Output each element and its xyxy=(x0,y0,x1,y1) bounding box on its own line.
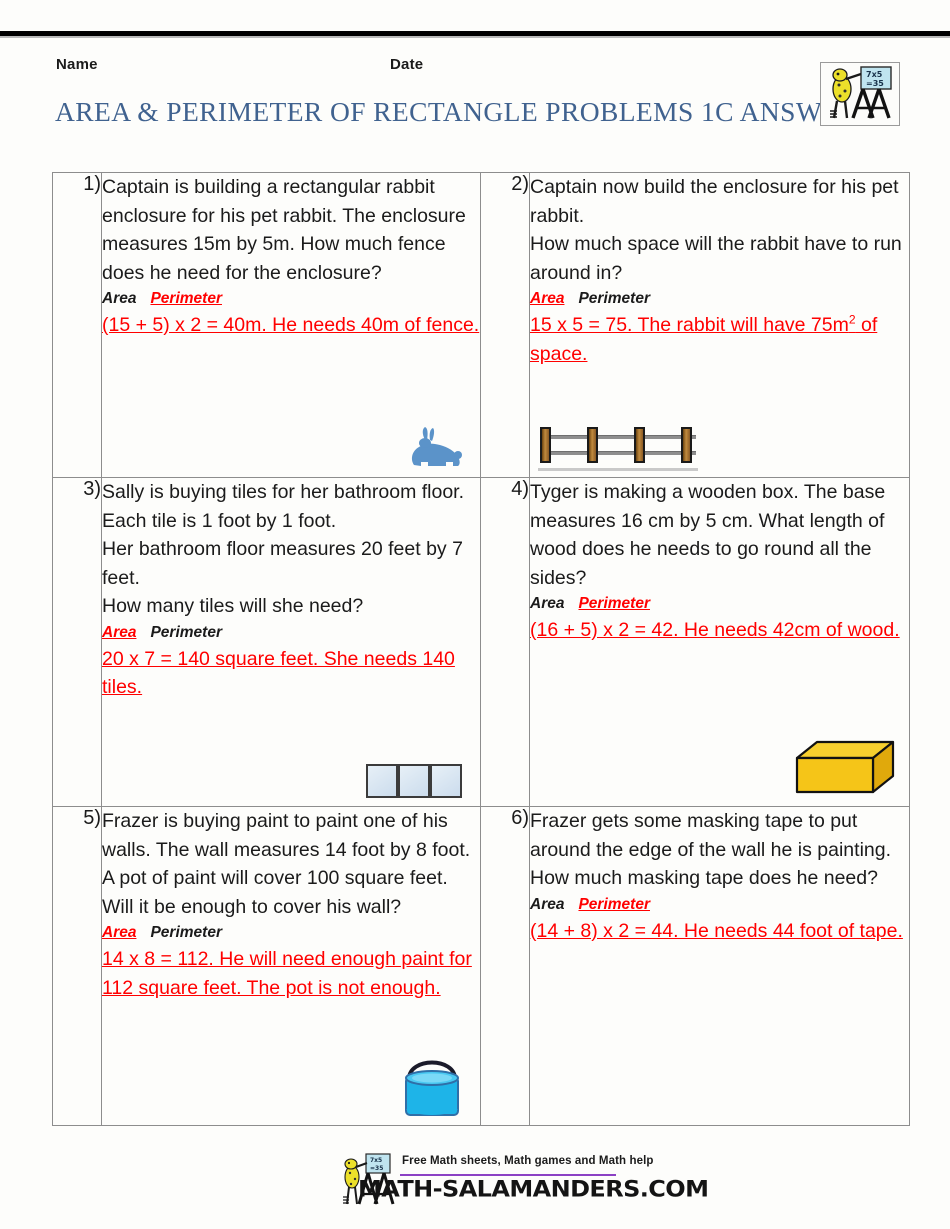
problem-answer-1: (15 + 5) x 2 = 40m. He needs 40m of fenc… xyxy=(102,314,480,336)
area-perimeter-choice-2: Area Perimeter xyxy=(530,288,909,310)
fence-post-3 xyxy=(634,427,645,463)
rabbit-illustration xyxy=(406,425,466,471)
problem-cell-1: Captain is building a rectangular rabbit… xyxy=(101,172,481,478)
problem-answer-3: 20 x 7 = 140 square feet. She needs 140 … xyxy=(102,647,455,699)
page-title: AREA & PERIMETER OF RECTANGLE PROBLEMS 1… xyxy=(55,96,874,127)
perimeter-label-6[interactable]: Perimeter xyxy=(578,896,650,913)
area-perimeter-choice-1: Area Perimeter xyxy=(102,288,480,310)
problem-question-4: Tyger is making a wooden box. The base m… xyxy=(530,481,886,589)
fence-rail-upper xyxy=(540,435,696,439)
problem-number-2: 2) xyxy=(480,172,530,478)
perimeter-label-2[interactable]: Perimeter xyxy=(578,290,650,307)
svg-text:=35: =35 xyxy=(866,79,884,88)
tile-3 xyxy=(430,764,462,798)
answer-superscript-2: 2 xyxy=(848,312,856,327)
date-label: Date xyxy=(390,56,424,73)
answer-text-pre-2: 15 x 5 = 75. The rabbit will have 75m xyxy=(530,314,849,336)
problem-number-6: 6) xyxy=(480,806,530,1126)
problem-number-4: 4) xyxy=(480,477,530,807)
area-perimeter-choice-5: Area Perimeter xyxy=(102,922,480,944)
paint-bucket-icon xyxy=(405,1060,459,1116)
tile-1 xyxy=(366,764,398,798)
rabbit-icon xyxy=(411,427,462,466)
area-perimeter-choice-3: Area Perimeter xyxy=(102,622,480,644)
area-label-4[interactable]: Area xyxy=(530,595,564,612)
salamander-teacher-icon: 7x5 =35 xyxy=(821,63,897,123)
perimeter-label-3[interactable]: Perimeter xyxy=(150,624,222,641)
area-label-6[interactable]: Area xyxy=(530,896,564,913)
fence-ground-line xyxy=(538,468,698,471)
problem-question-6: Frazer gets some masking tape to put aro… xyxy=(530,810,892,889)
name-label: Name xyxy=(56,56,98,73)
fence-illustration xyxy=(538,423,698,471)
problem-cell-5: Frazer is buying paint to paint one of h… xyxy=(101,806,481,1126)
header-fields: Name Date xyxy=(0,56,950,78)
problem-answer-2: 15 x 5 = 75. The rabbit will have 75m2 o… xyxy=(530,311,909,368)
wooden-box-icon xyxy=(795,740,895,794)
svg-text:7x5: 7x5 xyxy=(866,70,883,79)
fence-post-2 xyxy=(587,427,598,463)
area-label-5[interactable]: Area xyxy=(102,924,136,941)
problem-answer-5: 14 x 8 = 112. He will need enough paint … xyxy=(102,948,472,999)
problems-table: 1) Captain is building a rectangular rab… xyxy=(52,172,910,1126)
problem-question-5: Frazer is buying paint to paint one of h… xyxy=(102,810,471,918)
fence-rail-lower xyxy=(540,451,696,455)
problem-cell-3: Sally is buying tiles for her bathroom f… xyxy=(101,477,481,807)
footer-domain: MATH-SALAMANDERS.COM xyxy=(358,1176,709,1203)
problem-question-2: Captain now build the enclosure for his … xyxy=(530,176,902,284)
worksheet-page: Name Date AREA & PERIMETER OF RECTANGLE … xyxy=(0,0,950,1229)
area-perimeter-choice-6: Area Perimeter xyxy=(530,894,909,916)
wooden-box-illustration xyxy=(793,736,897,800)
page-footer: 7x5 =35 Free Math sheets, Math games and… xyxy=(0,1148,950,1218)
fence-post-1 xyxy=(540,427,551,463)
problem-number-5: 5) xyxy=(52,806,102,1126)
math-salamanders-logo: 7x5 =35 xyxy=(820,62,900,126)
area-label-1[interactable]: Area xyxy=(102,290,136,307)
top-divider-shadow xyxy=(0,36,950,38)
area-label-3[interactable]: Area xyxy=(102,624,136,641)
paint-bucket-illustration xyxy=(400,1049,464,1121)
svg-text:7x5: 7x5 xyxy=(370,1157,382,1164)
footer-tagline: Free Math sheets, Math games and Math he… xyxy=(402,1155,654,1167)
problem-cell-6: Frazer gets some masking tape to put aro… xyxy=(529,806,910,1126)
area-label-2[interactable]: Area xyxy=(530,290,564,307)
problem-question-1: Captain is building a rectangular rabbit… xyxy=(102,176,466,284)
fence-post-4 xyxy=(681,427,692,463)
table-row: 3) Sally is buying tiles for her bathroo… xyxy=(52,477,910,807)
svg-text:=35: =35 xyxy=(370,1165,383,1172)
problem-answer-4: (16 + 5) x 2 = 42. He needs 42cm of wood… xyxy=(530,619,900,641)
problem-cell-2: Captain now build the enclosure for his … xyxy=(529,172,910,478)
area-perimeter-choice-4: Area Perimeter xyxy=(530,593,909,615)
problem-question-3: Sally is buying tiles for her bathroom f… xyxy=(102,481,465,617)
table-row: 1) Captain is building a rectangular rab… xyxy=(52,172,910,478)
tile-2 xyxy=(398,764,430,798)
problem-number-1: 1) xyxy=(52,172,102,478)
perimeter-label-1[interactable]: Perimeter xyxy=(150,290,222,307)
table-row: 5) Frazer is buying paint to paint one o… xyxy=(52,806,910,1126)
problem-cell-4: Tyger is making a wooden box. The base m… xyxy=(529,477,910,807)
problem-answer-6: (14 + 8) x 2 = 44. He needs 44 foot of t… xyxy=(530,919,903,942)
footer-branding: 7x5 =35 Free Math sheets, Math games and… xyxy=(340,1148,709,1218)
perimeter-label-5[interactable]: Perimeter xyxy=(150,924,222,941)
tiles-illustration xyxy=(366,764,466,800)
problem-number-3: 3) xyxy=(52,477,102,807)
perimeter-label-4[interactable]: Perimeter xyxy=(578,595,650,612)
